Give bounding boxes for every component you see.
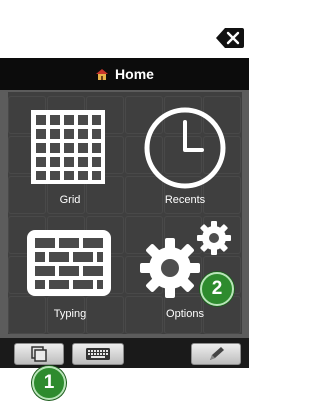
- grid-tile[interactable]: Grid: [15, 104, 125, 216]
- page-title: Home: [115, 66, 154, 82]
- options-step-badge: 2: [200, 272, 234, 306]
- pages-step-badge: 1: [32, 366, 66, 400]
- pencil-icon: [210, 347, 224, 360]
- keyboard-button[interactable]: [72, 343, 124, 365]
- keyboard-icon: [86, 348, 110, 360]
- house-icon: [95, 67, 109, 81]
- clock-icon: [144, 107, 226, 189]
- typing-tile-label: Typing: [53, 308, 87, 320]
- close-button[interactable]: [215, 27, 245, 49]
- typing-tile[interactable]: Typing: [15, 216, 125, 328]
- grid-tile-label: Grid: [59, 194, 81, 206]
- edit-button[interactable]: [191, 343, 241, 365]
- recents-tile-label: Recents: [164, 194, 206, 206]
- title-bar: Home: [0, 58, 249, 90]
- pages-icon: [31, 346, 47, 362]
- bottom-toolbar: [0, 338, 249, 368]
- keyboard-bricks-icon: [27, 230, 111, 296]
- pages-button[interactable]: [14, 343, 64, 365]
- top-area: [0, 0, 249, 58]
- grid-icon: [31, 110, 105, 184]
- options-tile-label: Options: [166, 308, 204, 320]
- recents-tile[interactable]: Recents: [130, 104, 240, 216]
- options-tile[interactable]: Options: [130, 216, 240, 328]
- home-menu-panel: Grid Recents Typing Options 2: [0, 90, 249, 338]
- close-x-icon: [216, 28, 244, 48]
